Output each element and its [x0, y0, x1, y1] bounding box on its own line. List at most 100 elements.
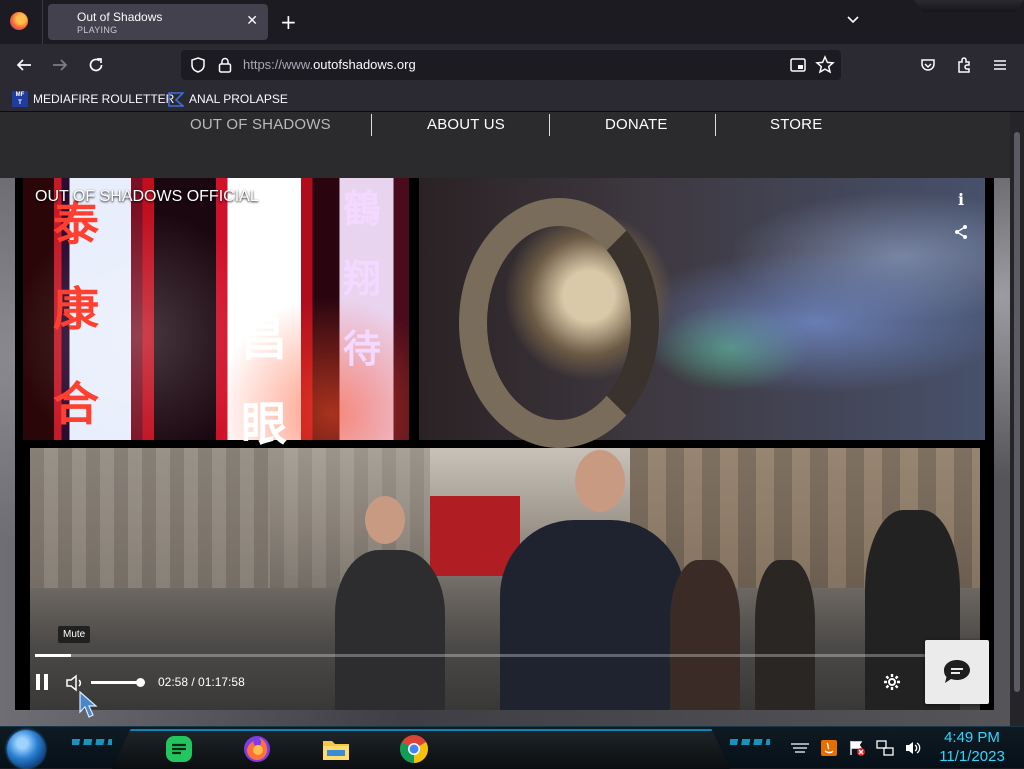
bookmark-flag-icon: [168, 92, 184, 107]
tracking-protection-shield-icon[interactable]: [189, 56, 207, 74]
bookmark-label: MEDIAFIRE ROULETTER: [33, 92, 175, 106]
neon-sign-character: 鶴: [343, 186, 382, 231]
system-tray: [790, 735, 922, 761]
speaker-volume-icon[interactable]: [904, 739, 922, 757]
volume-slider-handle[interactable]: [136, 678, 145, 687]
bookmark-mediafire-rouletter[interactable]: MF T MEDIAFIRE ROULETTER: [12, 90, 174, 108]
neon-sign-character: 康: [53, 282, 99, 336]
firefox-menu-icon[interactable]: [10, 12, 28, 30]
video-progress-bar[interactable]: [35, 654, 975, 657]
nav-divider: [715, 114, 716, 136]
pause-button[interactable]: [35, 674, 49, 690]
page-scrollbar[interactable]: [1010, 112, 1024, 726]
headphones-shape: [459, 198, 659, 448]
taskbar-decoration: [730, 739, 770, 745]
share-icon[interactable]: [953, 224, 969, 240]
java-update-icon[interactable]: [820, 739, 838, 757]
mouse-cursor-icon: [79, 690, 98, 718]
person-silhouette: [335, 550, 445, 710]
back-arrow-icon: [16, 59, 31, 71]
bookmarks-toolbar: MF T MEDIAFIRE ROULETTER ANAL PROLAPSE: [0, 86, 1024, 112]
url-domain: outofshadows.org: [313, 57, 416, 72]
pocket-button[interactable]: [916, 53, 940, 77]
neon-sign-character: 待: [343, 326, 382, 371]
url-text[interactable]: https://www.outofshadows.org: [243, 57, 416, 72]
bookmark-star-icon[interactable]: [815, 55, 835, 75]
scrollbar-thumb[interactable]: [1014, 132, 1020, 692]
list-all-tabs-icon[interactable]: [845, 12, 861, 28]
tab-title: Out of Shadows: [77, 10, 163, 24]
forward-button[interactable]: [48, 53, 72, 77]
pause-icon-bar: [36, 674, 40, 690]
person-head: [365, 496, 405, 544]
tab-favicon: [56, 14, 70, 28]
notes-app-glyph: [166, 736, 192, 762]
firefox-icon[interactable]: [241, 733, 273, 765]
neon-sign-character: 合: [53, 377, 99, 431]
nav-out-of-shadows[interactable]: OUT OF SHADOWS: [190, 116, 331, 133]
forward-arrow-icon: [53, 59, 68, 71]
tab-close-icon[interactable]: ✕: [246, 12, 258, 30]
puzzle-piece-icon: [958, 57, 970, 73]
clock-time: 4:49 PM: [944, 729, 1000, 746]
chrome-glyph: [400, 735, 428, 763]
gear-icon[interactable]: [883, 673, 901, 691]
person-silhouette: [755, 560, 815, 710]
nav-about-us[interactable]: ABOUT US: [427, 116, 505, 133]
neon-sign-character: 翔: [343, 256, 382, 301]
neon-sign-character: 茂: [241, 227, 287, 281]
nav-divider: [549, 114, 550, 136]
info-icon[interactable]: i: [953, 190, 969, 209]
tab-out-of-shadows[interactable]: Out of Shadows PLAYING ✕: [48, 4, 268, 40]
address-bar[interactable]: https://www.outofshadows.org: [181, 50, 841, 80]
nav-store[interactable]: STORE: [770, 116, 822, 133]
video-player[interactable]: 泰 康 合 茂 昌 眼 鶴 翔 待 OUT OF SHADOWS OFFICIA…: [15, 178, 994, 710]
network-icon[interactable]: [876, 739, 894, 757]
taskbar-decoration: [72, 739, 112, 745]
url-prefix: https://www.: [243, 57, 314, 72]
person-silhouette: [670, 560, 740, 710]
video-progress-played: [35, 654, 71, 657]
chrome-icon[interactable]: [398, 733, 430, 765]
web-page: OUT OF SHADOWS ABOUT US DONATE STORE 泰 康…: [0, 112, 1010, 726]
chat-widget-button[interactable]: [925, 640, 989, 704]
chat-bubble-icon: [944, 660, 970, 683]
site-navigation: OUT OF SHADOWS ABOUT US DONATE STORE: [0, 112, 1010, 178]
navigation-toolbar: https://www.outofshadows.org: [0, 44, 1024, 86]
new-tab-button[interactable]: +: [280, 10, 297, 34]
folder-glyph: [323, 741, 349, 760]
clock-date: 11/1/2023: [939, 748, 1005, 765]
neon-sign-character: 昌: [241, 312, 287, 366]
nav-donate[interactable]: DONATE: [605, 116, 668, 133]
tab-playing-status: PLAYING: [77, 25, 118, 35]
window-corner-decoration: [914, 0, 1024, 12]
tab-strip: Out of Shadows PLAYING ✕ +: [0, 0, 1024, 44]
volume-slider-track[interactable]: [91, 681, 141, 684]
start-button[interactable]: [7, 730, 45, 768]
video-time-display: 02:58 / 01:17:58: [158, 675, 245, 689]
firefox-glyph: [244, 736, 270, 762]
person-head: [575, 450, 625, 512]
show-hidden-icons-icon[interactable]: [790, 741, 810, 755]
taskbar-clock[interactable]: 4:49 PM 11/1/2023: [932, 728, 1012, 766]
bookmark-anal-prolapse[interactable]: ANAL PROLAPSE: [168, 90, 288, 108]
hamburger-menu-icon: [994, 60, 1006, 70]
mediafire-icon: MF T: [12, 91, 28, 107]
file-explorer-icon[interactable]: [320, 733, 352, 765]
nav-divider: [371, 114, 372, 136]
back-button[interactable]: [12, 53, 36, 77]
video-channel-title[interactable]: OUT OF SHADOWS OFFICIAL: [35, 188, 259, 206]
app-menu-button[interactable]: [988, 53, 1012, 77]
taskbar: 4:49 PM 11/1/2023: [0, 726, 1024, 769]
extensions-button[interactable]: [952, 53, 976, 77]
action-center-flag-icon[interactable]: [848, 739, 866, 757]
neon-sign-character: 眼: [241, 397, 287, 451]
notes-app-icon[interactable]: [163, 733, 195, 765]
building-left: [30, 448, 270, 588]
reload-button[interactable]: [84, 53, 108, 77]
picture-in-picture-icon[interactable]: [789, 56, 807, 74]
video-frame-neon-signs: 泰 康 合 茂 昌 眼 鶴 翔 待: [23, 178, 409, 451]
pause-icon-bar: [44, 674, 48, 690]
bookmark-label: ANAL PROLAPSE: [189, 92, 288, 106]
lock-icon[interactable]: [217, 56, 233, 74]
